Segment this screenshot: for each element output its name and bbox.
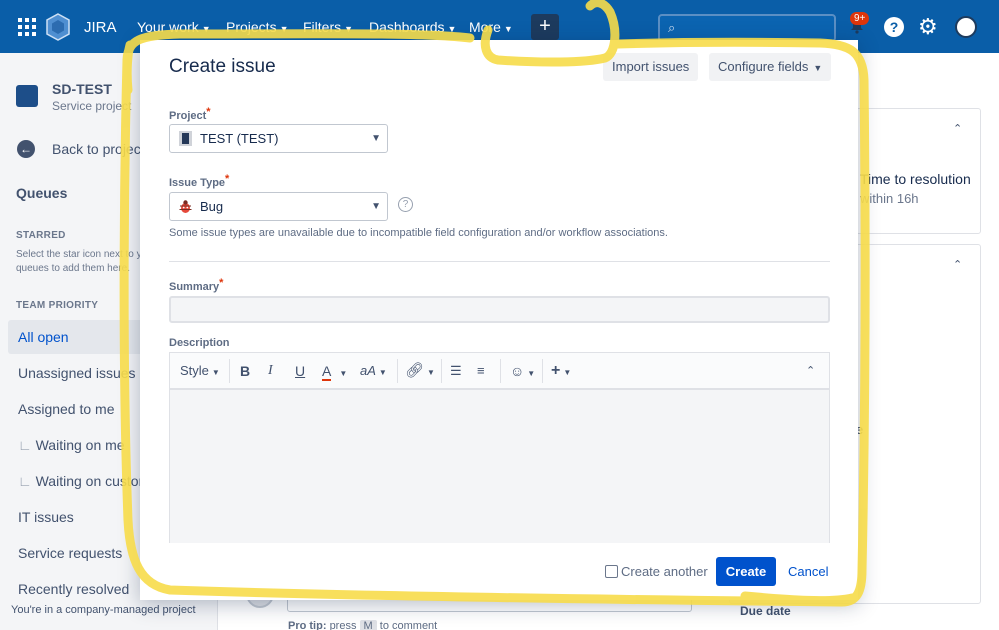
- pro-tip: Pro tip: press M to comment: [288, 620, 438, 630]
- cancel-button[interactable]: Cancel: [788, 564, 828, 579]
- menu-your-work[interactable]: Your work ▼: [137, 19, 211, 35]
- chevron-down-icon: ▼: [447, 24, 457, 34]
- settings-gear-icon[interactable]: ⚙: [918, 14, 938, 40]
- help-question-icon[interactable]: ?: [398, 197, 413, 212]
- chevron-down-icon: ▼: [378, 368, 387, 377]
- link-icon: 🔗︎: [405, 362, 425, 379]
- summary-input[interactable]: [169, 296, 830, 323]
- toolbar-separator: [542, 359, 543, 383]
- chevron-down-icon: ▼: [563, 368, 572, 377]
- toolbar-separator: [500, 359, 501, 383]
- chevron-down-icon: ▼: [371, 201, 381, 212]
- create-another-label[interactable]: Create another: [621, 564, 708, 579]
- chevron-down-icon: ▼: [813, 63, 823, 73]
- description-label: Description: [169, 337, 230, 349]
- collapse-toolbar-icon[interactable]: ⌃: [806, 353, 815, 389]
- menu-projects[interactable]: Projects ▼: [226, 19, 289, 35]
- chevron-down-icon: ▼: [339, 369, 348, 378]
- create-plus-button[interactable]: +: [531, 14, 559, 40]
- chevron-down-icon: ▼: [527, 369, 536, 378]
- project-type: Service project: [52, 99, 132, 113]
- dialog-title: Create issue: [169, 56, 276, 77]
- chevron-down-icon: ▼: [344, 24, 354, 34]
- sidebar-footer-note: You're in a company-managed project: [11, 604, 196, 616]
- starred-heading: STARRED: [16, 230, 66, 241]
- toolbar-separator: [441, 359, 442, 383]
- emoji-icon: ☺: [510, 363, 525, 379]
- app-switcher-icon[interactable]: [18, 18, 36, 36]
- project-select[interactable]: TEST (TEST) ▼: [169, 124, 388, 153]
- chevron-down-icon: ▼: [279, 24, 289, 34]
- bug-icon: [179, 200, 192, 213]
- help-icon[interactable]: ?: [884, 17, 904, 37]
- plus-icon: +: [551, 362, 561, 379]
- numbered-list-icon[interactable]: ≡: [477, 353, 485, 389]
- chevron-down-icon: ▼: [503, 24, 513, 34]
- editor-toolbar: Style ▼ B I U A ▼ aA ▼ 🔗︎ ▼ ☰ ≡ ☺ ▼ + ▼ ⌃: [169, 352, 830, 390]
- chevron-up-icon[interactable]: ⌃: [953, 258, 962, 271]
- project-avatar-icon: [16, 85, 38, 107]
- chevron-up-icon[interactable]: ⌃: [953, 122, 962, 135]
- time-to-resolution-label: Time to resolution: [860, 171, 971, 187]
- due-date-label: Due date: [740, 604, 791, 618]
- underline-button[interactable]: U: [295, 353, 305, 389]
- project-name: SD-TEST: [52, 81, 112, 97]
- jira-logo-icon[interactable]: [46, 13, 70, 41]
- arrow-left-icon[interactable]: ←: [17, 140, 35, 158]
- toolbar-separator: [229, 359, 230, 383]
- issue-type-label: Issue Type*: [169, 173, 230, 189]
- team-priority-heading: TEAM PRIORITY: [16, 300, 99, 311]
- create-another-checkbox[interactable]: [605, 565, 618, 578]
- search-icon: ⌕: [668, 20, 676, 35]
- queues-heading: Queues: [16, 185, 68, 201]
- emoji-button[interactable]: ☺ ▼: [510, 353, 535, 389]
- notification-badge: 9+: [850, 12, 870, 25]
- style-dropdown[interactable]: Style ▼: [180, 353, 220, 389]
- toolbar-separator: [397, 359, 398, 383]
- back-to-project-link[interactable]: Back to project: [52, 141, 145, 157]
- link-button[interactable]: 🔗︎ ▼: [405, 353, 435, 389]
- menu-dashboards[interactable]: Dashboards ▼: [369, 19, 456, 35]
- chevron-down-icon: ▼: [427, 368, 435, 377]
- import-issues-button[interactable]: Import issues: [603, 53, 699, 81]
- issue-type-select[interactable]: Bug ▼: [169, 192, 388, 221]
- brand-name[interactable]: JIRA: [84, 19, 117, 36]
- chevron-down-icon: ▼: [201, 24, 211, 34]
- summary-label: Summary*: [169, 277, 224, 293]
- search-input[interactable]: ⌕: [658, 14, 836, 42]
- bold-button[interactable]: B: [240, 353, 250, 389]
- issue-type-note: Some issue types are unavailable due to …: [169, 227, 668, 239]
- project-label: Project*: [169, 106, 211, 122]
- configure-fields-button[interactable]: Configure fields ▼: [709, 53, 832, 81]
- text-size-button[interactable]: aA ▼: [360, 353, 387, 389]
- bullet-list-icon[interactable]: ☰: [450, 353, 462, 389]
- menu-more[interactable]: More ▼: [469, 19, 513, 35]
- project-avatar-icon: [179, 131, 192, 146]
- create-button[interactable]: Create: [716, 557, 776, 586]
- insert-button[interactable]: + ▼: [551, 353, 571, 389]
- chevron-down-icon: ▼: [371, 133, 381, 144]
- within-label: within 16h: [860, 191, 919, 206]
- user-avatar[interactable]: [955, 16, 977, 38]
- divider: [169, 261, 830, 262]
- menu-filters[interactable]: Filters ▼: [303, 19, 353, 35]
- create-issue-dialog: Create issue Import issues Configure fie…: [140, 40, 858, 600]
- text-color-button[interactable]: A ▼: [322, 353, 347, 389]
- chevron-down-icon: ▼: [211, 368, 220, 377]
- italic-button[interactable]: I: [268, 353, 273, 389]
- description-editor[interactable]: [169, 390, 830, 543]
